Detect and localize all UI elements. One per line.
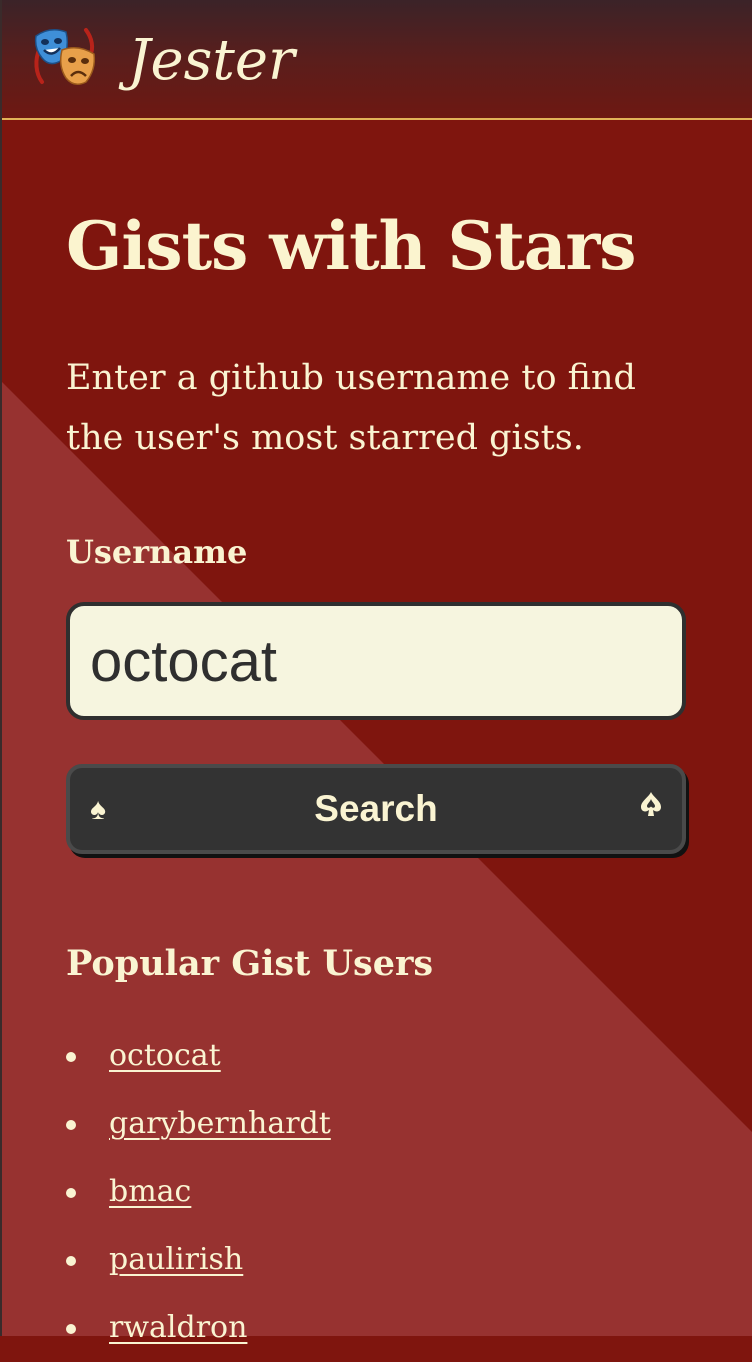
search-button-label: Search: [314, 788, 438, 829]
bullet: [66, 1324, 76, 1334]
bullet: [66, 1188, 76, 1198]
popular-users-list: octocat garybernhardt bmac paulirish rwa…: [66, 1022, 331, 1362]
list-item: bmac: [66, 1158, 331, 1226]
window-edge: [0, 0, 2, 1336]
user-link-octocat[interactable]: octocat: [109, 1038, 221, 1073]
bullet: [66, 1052, 76, 1062]
user-link-bmac[interactable]: bmac: [109, 1174, 191, 1209]
user-link-garybernhardt[interactable]: garybernhardt: [109, 1106, 331, 1141]
bullet: [66, 1256, 76, 1266]
user-link-paulirish[interactable]: paulirish: [109, 1242, 243, 1277]
popular-users-heading: Popular Gist Users: [66, 943, 434, 984]
spade-icon: [640, 790, 662, 829]
list-item: octocat: [66, 1022, 331, 1090]
username-label: Username: [66, 533, 248, 571]
list-item: garybernhardt: [66, 1090, 331, 1158]
intro-text: Enter a github username to find the user…: [66, 358, 636, 458]
brand-title[interactable]: Jester: [128, 26, 295, 96]
theater-masks-icon[interactable]: [32, 26, 100, 90]
list-item: paulirish: [66, 1226, 331, 1294]
app-header: Jester: [0, 0, 752, 120]
page-title: Gists with Stars: [66, 207, 636, 285]
list-item: rwaldron: [66, 1294, 331, 1362]
search-button[interactable]: ♠ Search: [66, 764, 686, 854]
bullet: [66, 1120, 76, 1130]
username-input[interactable]: [66, 602, 686, 720]
user-link-rwaldron[interactable]: rwaldron: [109, 1310, 247, 1345]
